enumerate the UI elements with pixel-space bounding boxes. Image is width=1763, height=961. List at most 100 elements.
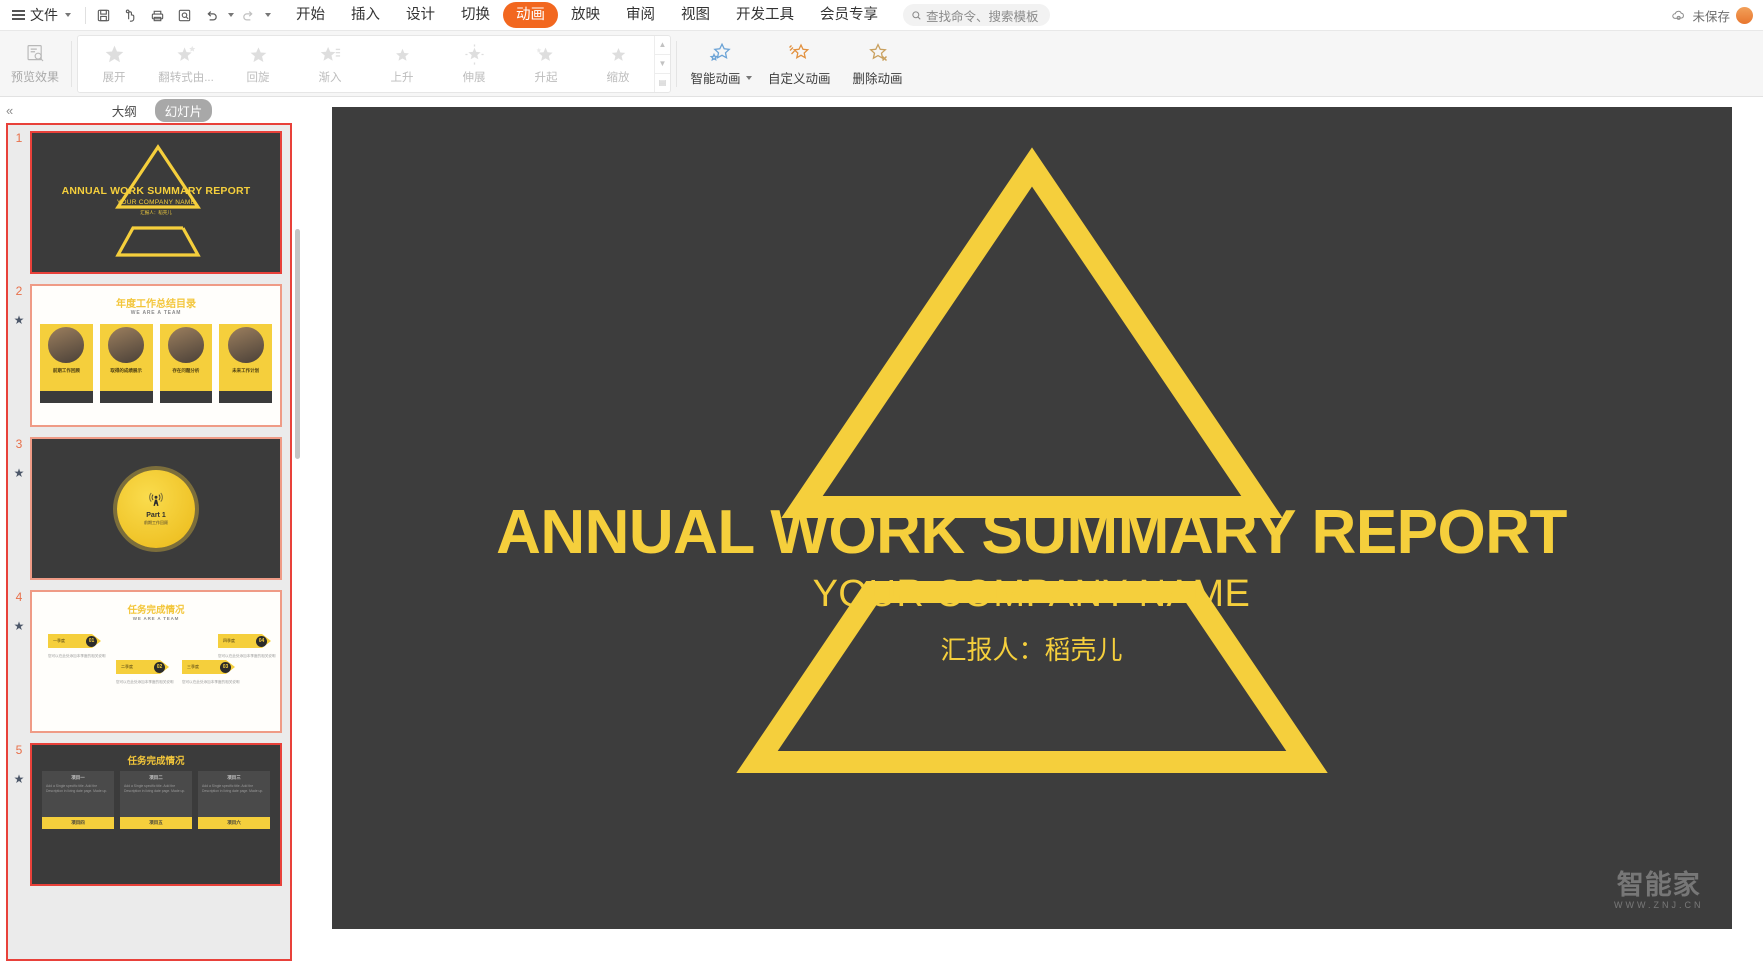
tab-transition[interactable]: 切换 bbox=[448, 2, 503, 28]
slide-thumbnail-item[interactable]: 5 ★ 任务完成情况 项目一 Add a Single specific tit… bbox=[8, 743, 290, 886]
animation-item-label: 缩放 bbox=[606, 71, 630, 84]
slide-thumbnail-4[interactable]: 任务完成情况 WE ARE A TEAM 一季度 01 您可以在此处添加本季度的… bbox=[30, 590, 282, 733]
cell-text: Add a Single specific title. Add the Des… bbox=[124, 784, 186, 794]
gallery-scroll-up-icon[interactable]: ▲ bbox=[655, 36, 670, 55]
animation-item-label: 伸展 bbox=[462, 71, 486, 84]
slide-number: 3 bbox=[15, 437, 23, 451]
animation-item-label: 升起 bbox=[534, 71, 558, 84]
thumb-subtitle: WE ARE A TEAM bbox=[132, 616, 180, 621]
customize-toolbar-icon[interactable] bbox=[265, 13, 271, 17]
save-icon[interactable] bbox=[91, 3, 116, 28]
file-menu-button[interactable]: 文件 bbox=[0, 0, 80, 31]
undo-icon[interactable] bbox=[199, 3, 224, 28]
tab-slideshow[interactable]: 放映 bbox=[558, 2, 613, 28]
slide-thumbnail-item[interactable]: 1 ANNUAL WORK SUMMARY REPORT YOUR COMPAN… bbox=[8, 131, 290, 274]
animation-star-icon[interactable]: ★ bbox=[14, 620, 25, 632]
animation-item-stretch[interactable]: 伸展 bbox=[438, 36, 510, 92]
watermark-main: 智能家 bbox=[1616, 870, 1701, 901]
photo-circle bbox=[226, 326, 265, 364]
broadcast-tower-icon bbox=[149, 492, 163, 506]
animation-star-icon[interactable]: ★ bbox=[14, 314, 25, 326]
print-preview-icon[interactable] bbox=[172, 3, 197, 28]
card-caption: 未来工作计划 bbox=[219, 366, 272, 377]
card-photo bbox=[219, 324, 272, 366]
redo-icon[interactable] bbox=[236, 3, 261, 28]
thumb-cell: 项目三 Add a Single specific title. Add the… bbox=[198, 771, 270, 829]
avatar[interactable] bbox=[1736, 7, 1753, 24]
tab-outline[interactable]: 大纲 bbox=[102, 99, 147, 122]
slide-thumbnail-3[interactable]: Part 1 前期工作回顾 bbox=[30, 437, 282, 580]
animation-item-label: 上升 bbox=[390, 71, 414, 84]
cell-box: 项目二 Add a Single specific title. Add the… bbox=[120, 771, 192, 817]
slide-thumbnail-item[interactable]: 3 ★ Part 1 前期工作回顾 bbox=[8, 437, 290, 580]
card-footer bbox=[219, 391, 272, 403]
slide-thumbnail-item[interactable]: 2 ★ 年度工作总结目录 WE ARE A TEAM 前期工作回顾 取得的成绩展… bbox=[8, 284, 290, 427]
custom-animation-button[interactable]: 自定义动画 bbox=[760, 34, 839, 94]
step-number: 02 bbox=[154, 661, 165, 673]
thumb-card: 前期工作回顾 bbox=[40, 324, 93, 403]
slide-title: ANNUAL WORK SUMMARY REPORT bbox=[496, 498, 1567, 567]
animation-item-spin[interactable]: 回旋 bbox=[222, 36, 294, 92]
card-body bbox=[159, 377, 213, 391]
animation-item-ascend[interactable]: 升起 bbox=[510, 36, 582, 92]
animation-star-icon[interactable]: ★ bbox=[14, 467, 25, 479]
preview-effect-label: 预览效果 bbox=[10, 69, 59, 84]
star-icon bbox=[535, 47, 553, 61]
card-body bbox=[40, 377, 93, 391]
undo-dropdown-icon[interactable] bbox=[228, 13, 234, 17]
custom-animation-label: 自定义动画 bbox=[768, 72, 831, 86]
search-input[interactable]: 查找命令、搜索模板 bbox=[903, 4, 1050, 26]
thumbnail-meta: 2 ★ bbox=[8, 284, 30, 326]
tab-member[interactable]: 会员专享 bbox=[807, 2, 891, 28]
watermark-sub: WWW.ZNJ.CN bbox=[1614, 900, 1704, 911]
divider bbox=[85, 6, 86, 24]
touch-mode-icon[interactable] bbox=[118, 3, 143, 28]
print-icon[interactable] bbox=[145, 3, 170, 28]
tab-design[interactable]: 设计 bbox=[393, 2, 448, 28]
thumbnail-meta: 5 ★ bbox=[8, 743, 30, 785]
step-desc: 您可以在此处添加本季度的相关说明 bbox=[218, 654, 276, 658]
tab-slides[interactable]: 幻灯片 bbox=[154, 98, 213, 122]
card-photo bbox=[40, 324, 93, 366]
animation-item-riseup[interactable]: 上升 bbox=[366, 36, 438, 92]
tab-view[interactable]: 视图 bbox=[668, 2, 723, 28]
file-menu-label: 文件 bbox=[30, 7, 58, 23]
slide-thumbnail-2[interactable]: 年度工作总结目录 WE ARE A TEAM 前期工作回顾 取得的成绩展示 存在… bbox=[30, 284, 282, 427]
thumb-cell: 项目二 Add a Single specific title. Add the… bbox=[120, 771, 192, 829]
smart-animation-button[interactable]: 智能动画 bbox=[682, 34, 760, 94]
tab-review[interactable]: 审阅 bbox=[613, 2, 668, 28]
animation-item-zoom[interactable]: 缩放 bbox=[582, 36, 654, 92]
slides-panel-scrollbar[interactable] bbox=[295, 229, 300, 459]
card-photo bbox=[99, 324, 153, 366]
gallery-scroll-buttons: ▲ ▼ ▤ bbox=[654, 35, 670, 92]
slide-number: 4 bbox=[15, 590, 23, 604]
thumb-card: 存在问题分析 bbox=[159, 324, 213, 403]
gallery-scroll-down-icon[interactable]: ▼ bbox=[655, 55, 670, 74]
step-arrow: 二季度 02 bbox=[116, 660, 169, 674]
slide-thumbnail-1[interactable]: ANNUAL WORK SUMMARY REPORT YOUR COMPANY … bbox=[30, 131, 282, 274]
gallery-expand-icon[interactable]: ▤ bbox=[655, 74, 670, 92]
slide-thumbnail-list[interactable]: 1 ANNUAL WORK SUMMARY REPORT YOUR COMPAN… bbox=[6, 123, 292, 961]
cell-box: 项目一 Add a Single specific title. Add the… bbox=[42, 771, 114, 817]
tab-insert[interactable]: 插入 bbox=[338, 2, 393, 28]
card-caption: 前期工作回顾 bbox=[40, 366, 93, 377]
collapse-panel-button[interactable]: « bbox=[6, 103, 13, 118]
slide-thumbnail-item[interactable]: 4 ★ 任务完成情况 WE ARE A TEAM 一季度 01 您可以在此处添加… bbox=[8, 590, 290, 733]
delete-animation-label: 删除动画 bbox=[852, 72, 903, 86]
animation-item-fadein[interactable]: 渐入 bbox=[294, 36, 366, 92]
animation-item-flip[interactable]: 翻转式由... bbox=[150, 36, 222, 92]
chevron-down-icon bbox=[65, 13, 71, 17]
slides-panel-header: « 大纲 幻灯片 bbox=[0, 97, 300, 123]
animation-star-icon[interactable]: ★ bbox=[14, 773, 25, 785]
current-slide[interactable]: ANNUAL WORK SUMMARY REPORT YOUR COMPANY … bbox=[331, 107, 1732, 929]
photo-circle bbox=[166, 326, 205, 364]
slide-thumbnail-5[interactable]: 任务完成情况 项目一 Add a Single specific title. … bbox=[30, 743, 282, 886]
tab-animation[interactable]: 动画 bbox=[503, 2, 558, 28]
animation-item-expand[interactable]: 展开 bbox=[78, 36, 150, 92]
delete-animation-button[interactable]: 删除动画 bbox=[839, 34, 917, 94]
preview-effect-button[interactable]: 预览效果 bbox=[4, 34, 66, 94]
tab-start[interactable]: 开始 bbox=[283, 2, 338, 28]
animation-item-label: 回旋 bbox=[246, 71, 270, 84]
thumb-title: ANNUAL WORK SUMMARY REPORT bbox=[61, 185, 251, 197]
tab-developer[interactable]: 开发工具 bbox=[723, 2, 807, 28]
